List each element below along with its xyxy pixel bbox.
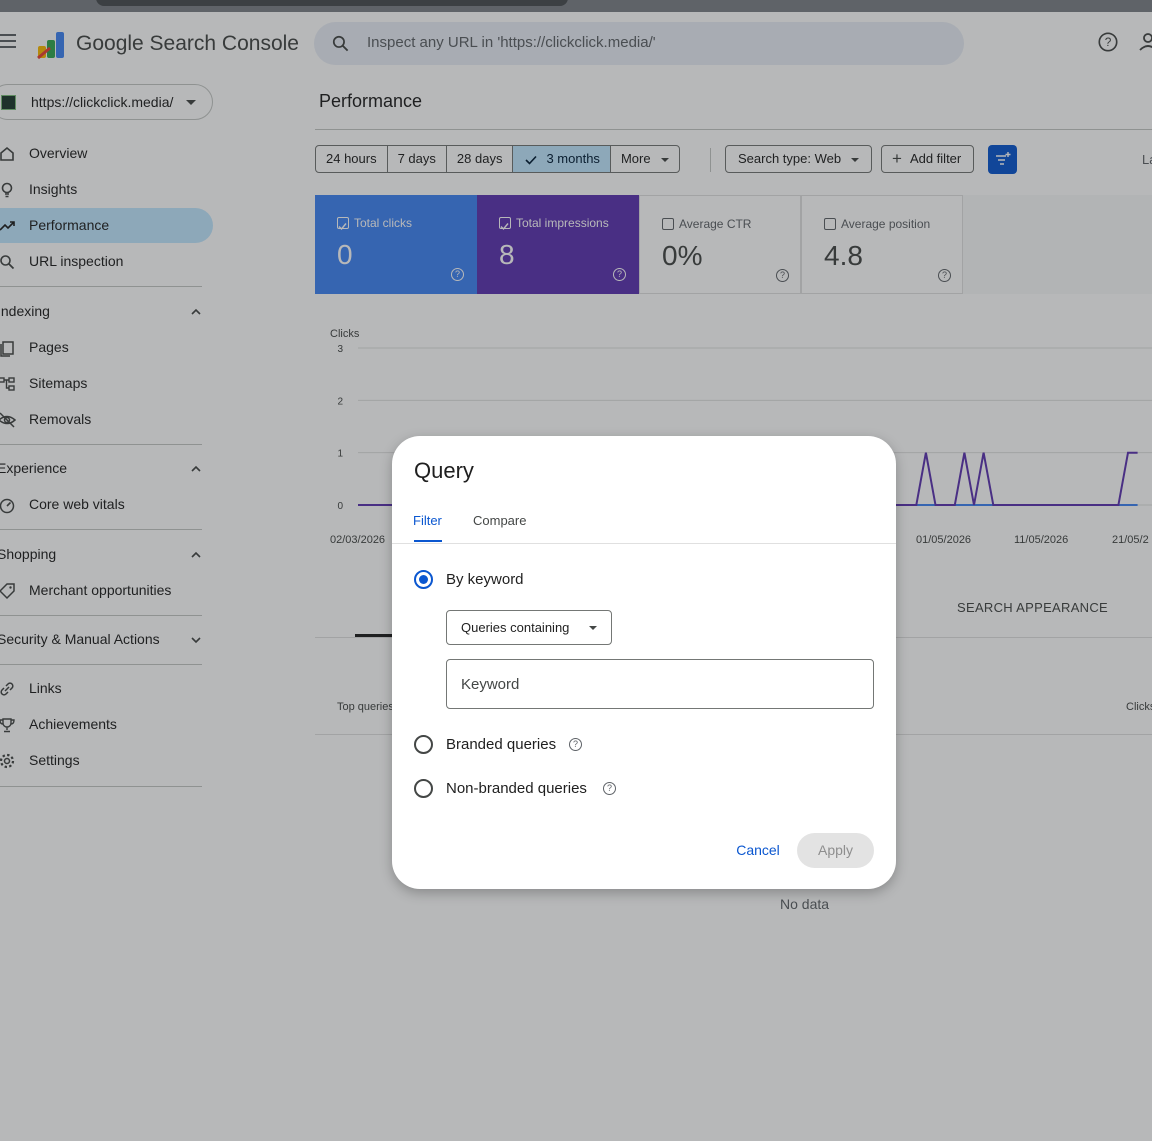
- radio-branded-queries[interactable]: [414, 735, 433, 754]
- dialog-divider: [392, 543, 896, 544]
- browser-strip: [0, 0, 1152, 12]
- match-type-value: Queries containing: [461, 620, 570, 635]
- search-console-app: Google Search Console Inspect any URL in…: [0, 12, 1152, 1141]
- help-icon[interactable]: ?: [603, 782, 616, 795]
- match-type-dropdown[interactable]: Queries containing: [446, 610, 612, 645]
- radio-label-non-branded: Non-branded queries: [446, 780, 587, 797]
- apply-button[interactable]: Apply: [797, 833, 874, 868]
- browser-address-pill: [96, 0, 568, 6]
- query-filter-dialog: Query Filter Compare By keyword Queries …: [392, 436, 896, 889]
- active-tab-indicator: [414, 540, 442, 542]
- keyword-input[interactable]: [446, 659, 874, 709]
- radio-label-by-keyword: By keyword: [446, 571, 524, 588]
- tab-compare[interactable]: Compare: [473, 513, 526, 528]
- radio-by-keyword[interactable]: [414, 570, 433, 589]
- dropdown-arrow-icon: [589, 626, 597, 630]
- radio-non-branded-queries[interactable]: [414, 779, 433, 798]
- dialog-title: Query: [414, 458, 474, 483]
- tab-filter[interactable]: Filter: [413, 513, 442, 528]
- help-icon[interactable]: ?: [569, 738, 582, 751]
- radio-label-branded: Branded queries: [446, 736, 557, 753]
- cancel-button[interactable]: Cancel: [725, 833, 791, 867]
